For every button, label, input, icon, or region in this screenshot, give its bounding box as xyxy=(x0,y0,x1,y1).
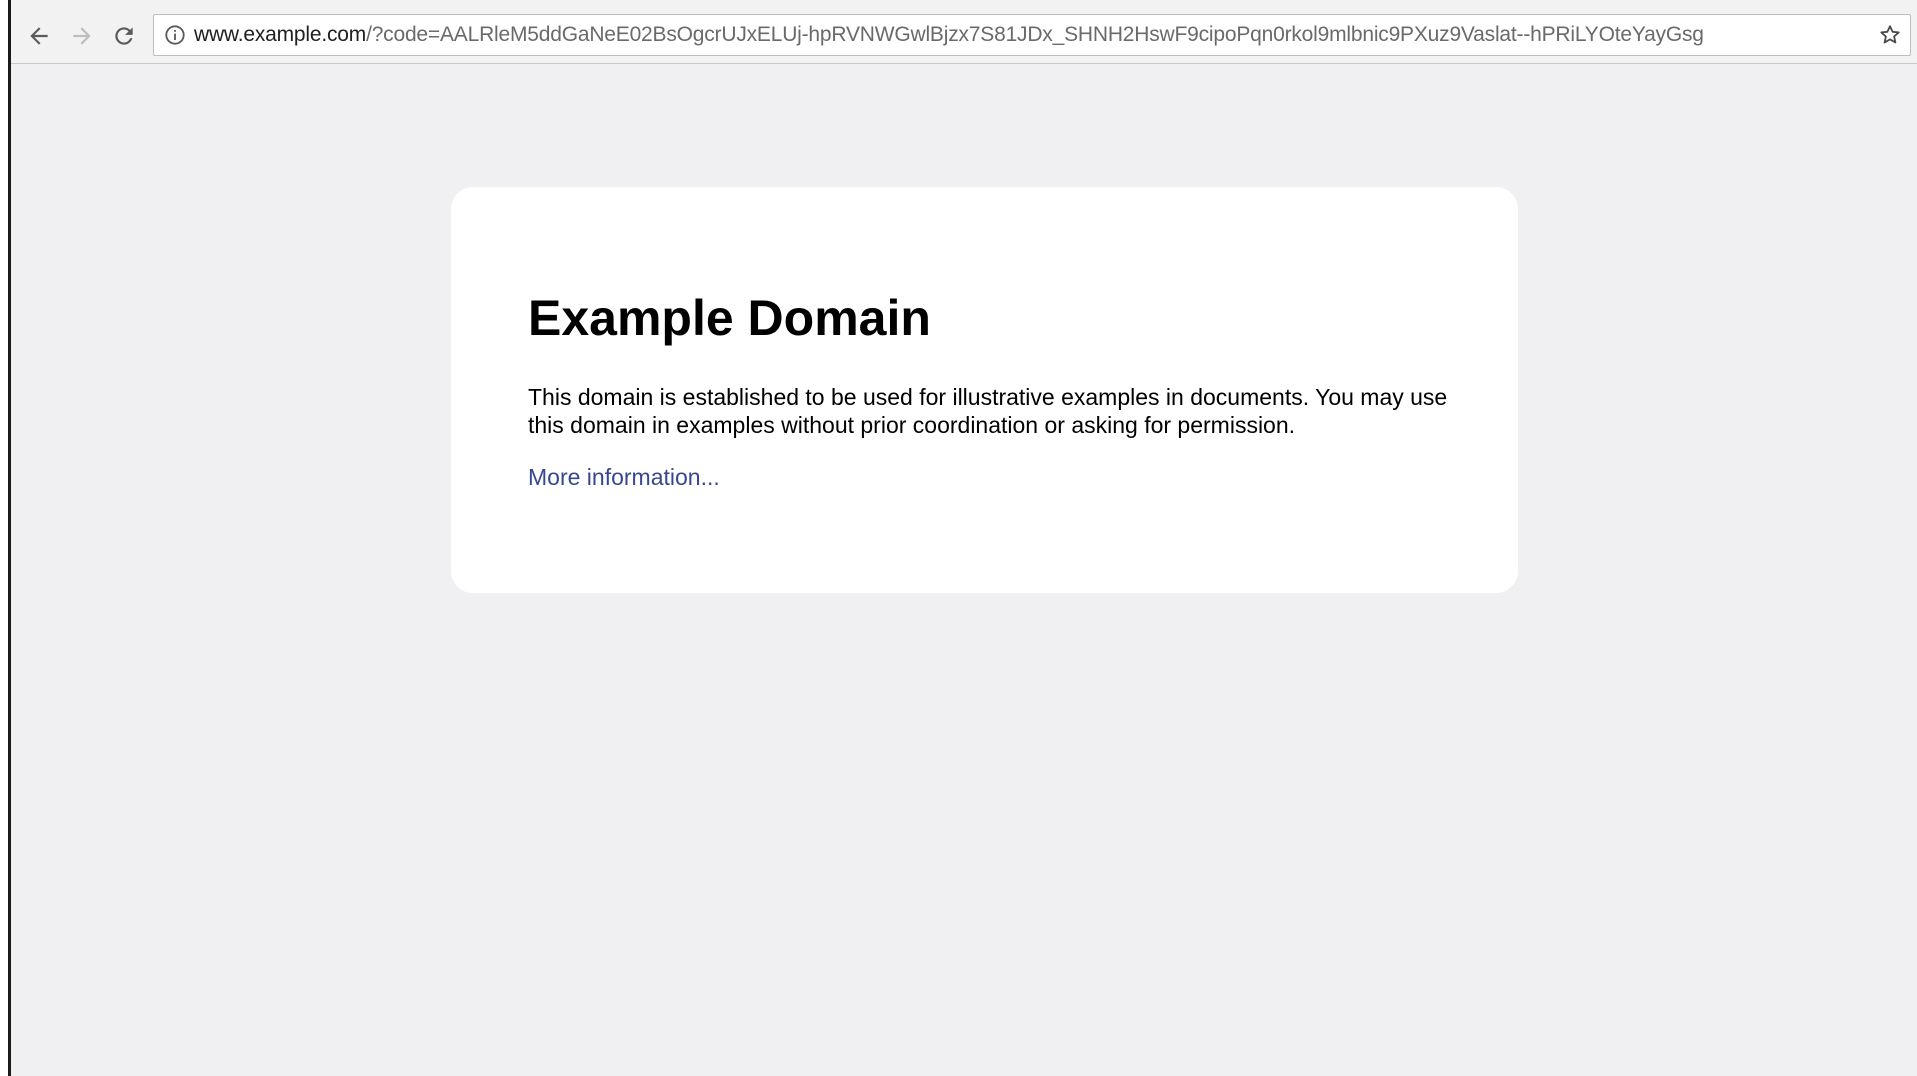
url-path: /?code=AALRleM5ddGaNeE02BsOgcrUJxELUj-hp… xyxy=(366,23,1704,46)
window-edge xyxy=(0,0,11,1076)
reload-icon xyxy=(115,27,133,45)
reload-button[interactable] xyxy=(104,16,144,56)
back-button[interactable] xyxy=(19,16,59,56)
page-title: Example Domain xyxy=(528,290,931,346)
url-host: www.example.com xyxy=(194,23,367,46)
forward-button[interactable] xyxy=(62,16,102,56)
arrow-left-icon xyxy=(30,27,48,45)
address-bar[interactable]: www.example.com/?code=AALRleM5ddGaNeE02B… xyxy=(153,14,1911,56)
more-information-link[interactable]: More information... xyxy=(528,463,720,491)
browser-toolbar: www.example.com/?code=AALRleM5ddGaNeE02B… xyxy=(11,0,1917,64)
content-card: Example Domain This domain is establishe… xyxy=(451,187,1518,593)
info-circle-icon[interactable] xyxy=(164,24,186,46)
star-outline-icon[interactable] xyxy=(1878,23,1902,47)
page-description: This domain is established to be used fo… xyxy=(528,384,1448,438)
url-text[interactable]: www.example.com/?code=AALRleM5ddGaNeE02B… xyxy=(194,15,1704,55)
browser-window: www.example.com/?code=AALRleM5ddGaNeE02B… xyxy=(0,0,1917,1076)
arrow-right-icon xyxy=(73,27,91,45)
